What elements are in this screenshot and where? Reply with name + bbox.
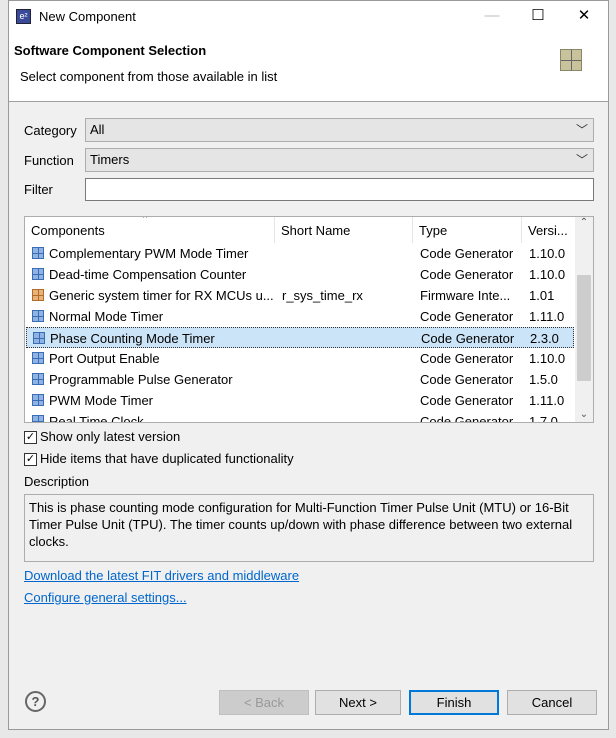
chevron-down-icon: ﹀ bbox=[575, 153, 588, 167]
close-button[interactable]: ✕ bbox=[561, 5, 607, 29]
component-type: Code Generator bbox=[420, 393, 514, 408]
code-generator-icon bbox=[32, 268, 44, 280]
component-name: Real Time Clock bbox=[49, 414, 144, 423]
scroll-up-icon[interactable]: ⌃ bbox=[575, 217, 593, 228]
table-row[interactable]: Dead-time Compensation Counter Code Gene… bbox=[26, 264, 574, 285]
table-row[interactable]: Phase Counting Mode Timer Code Generator… bbox=[26, 327, 574, 348]
finish-button[interactable]: Finish bbox=[409, 690, 499, 715]
component-type: Code Generator bbox=[420, 372, 514, 387]
table-row[interactable]: Port Output Enable Code Generator 1.10.0 bbox=[26, 348, 574, 369]
table-row[interactable]: Real Time Clock Code Generator 1.7.0 bbox=[26, 411, 574, 423]
component-version: 1.10.0 bbox=[529, 267, 566, 282]
sort-ascending-icon: ^ bbox=[143, 216, 148, 223]
column-header-version[interactable]: Versi... bbox=[522, 217, 577, 243]
short-name: r_sys_time_rx bbox=[282, 288, 363, 303]
firmware-icon bbox=[32, 289, 44, 301]
maximize-button[interactable]: ☐ bbox=[515, 5, 561, 29]
function-label: Function bbox=[24, 153, 74, 168]
code-generator-icon bbox=[32, 415, 44, 422]
show-latest-checkbox[interactable]: ✓ bbox=[24, 431, 37, 444]
back-button[interactable]: < Back bbox=[219, 690, 309, 715]
scrollbar-thumb[interactable] bbox=[577, 275, 591, 381]
next-button[interactable]: Next > bbox=[315, 690, 401, 715]
title-bar: e² New Component — ☐ ✕ bbox=[9, 1, 608, 32]
scroll-down-icon[interactable]: ⌄ bbox=[575, 409, 593, 420]
description-label: Description bbox=[24, 474, 90, 489]
function-value: Timers bbox=[90, 152, 130, 167]
filter-input[interactable] bbox=[85, 178, 594, 201]
table-row[interactable]: Generic system timer for RX MCUs u... r_… bbox=[26, 285, 574, 306]
component-type: Code Generator bbox=[420, 267, 514, 282]
component-version: 1.10.0 bbox=[529, 246, 566, 261]
window-title: New Component bbox=[39, 9, 136, 24]
column-header-type[interactable]: Type bbox=[413, 217, 522, 243]
component-version: 1.11.0 bbox=[529, 309, 565, 324]
component-icon bbox=[560, 49, 582, 71]
app-icon: e² bbox=[16, 9, 31, 24]
download-fit-link[interactable]: Download the latest FIT drivers and midd… bbox=[24, 568, 299, 583]
components-table: Components ^ Short Name Type Versi... Com… bbox=[24, 216, 594, 423]
component-type: Code Generator bbox=[421, 331, 515, 346]
component-name: Generic system timer for RX MCUs u... bbox=[49, 288, 274, 303]
minimize-button[interactable]: — bbox=[469, 5, 515, 29]
code-generator-icon bbox=[32, 310, 44, 322]
component-type: Code Generator bbox=[420, 309, 514, 324]
component-name: Dead-time Compensation Counter bbox=[49, 267, 247, 282]
category-select[interactable]: All ﹀ bbox=[85, 118, 594, 142]
table-row[interactable]: Programmable Pulse Generator Code Genera… bbox=[26, 369, 574, 390]
component-type: Firmware Inte... bbox=[420, 288, 511, 303]
show-latest-label: Show only latest version bbox=[40, 429, 181, 444]
code-generator-icon bbox=[33, 332, 45, 344]
page-subtitle: Select component from those available in… bbox=[20, 69, 278, 84]
hide-duplicates-label: Hide items that have duplicated function… bbox=[40, 451, 294, 466]
table-row[interactable]: Normal Mode Timer Code Generator 1.11.0 bbox=[26, 306, 574, 327]
help-button[interactable]: ? bbox=[25, 691, 46, 712]
component-type: Code Generator bbox=[420, 414, 514, 423]
configure-settings-link[interactable]: Configure general settings... bbox=[24, 590, 187, 605]
category-label: Category bbox=[24, 123, 77, 138]
hide-duplicates-checkbox[interactable]: ✓ bbox=[24, 453, 37, 466]
code-generator-icon bbox=[32, 394, 44, 406]
component-name: Phase Counting Mode Timer bbox=[50, 331, 215, 346]
function-select[interactable]: Timers ﹀ bbox=[85, 148, 594, 172]
component-type: Code Generator bbox=[420, 351, 514, 366]
filter-label: Filter bbox=[24, 182, 53, 197]
code-generator-icon bbox=[32, 373, 44, 385]
column-header-components[interactable]: Components ^ bbox=[25, 217, 275, 243]
category-value: All bbox=[90, 122, 105, 137]
component-version: 1.11.0 bbox=[529, 393, 565, 408]
description-text: This is phase counting mode configuratio… bbox=[24, 494, 594, 562]
component-version: 2.3.0 bbox=[530, 331, 559, 346]
column-header-short-name[interactable]: Short Name bbox=[275, 217, 413, 243]
component-name: Programmable Pulse Generator bbox=[49, 372, 233, 387]
new-component-dialog: e² New Component — ☐ ✕ Software Componen… bbox=[8, 0, 609, 730]
component-name: Normal Mode Timer bbox=[49, 309, 164, 324]
chevron-down-icon: ﹀ bbox=[575, 123, 588, 137]
code-generator-icon bbox=[32, 247, 44, 259]
table-scrollbar[interactable]: ⌃ ⌄ bbox=[575, 217, 593, 422]
component-version: 1.5.0 bbox=[529, 372, 558, 387]
component-version: 1.10.0 bbox=[529, 351, 566, 366]
page-title: Software Component Selection bbox=[14, 43, 207, 58]
table-row[interactable]: Complementary PWM Mode Timer Code Genera… bbox=[26, 243, 574, 264]
component-type: Code Generator bbox=[420, 246, 514, 261]
component-version: 1.7.0 bbox=[529, 414, 558, 423]
component-version: 1.01 bbox=[529, 288, 555, 303]
component-name: PWM Mode Timer bbox=[49, 393, 154, 408]
component-name: Complementary PWM Mode Timer bbox=[49, 246, 249, 261]
table-row[interactable]: PWM Mode Timer Code Generator 1.11.0 bbox=[26, 390, 574, 411]
wizard-header: Software Component Selection Select comp… bbox=[9, 32, 608, 102]
cancel-button[interactable]: Cancel bbox=[507, 690, 597, 715]
component-name: Port Output Enable bbox=[49, 351, 160, 366]
code-generator-icon bbox=[32, 352, 44, 364]
